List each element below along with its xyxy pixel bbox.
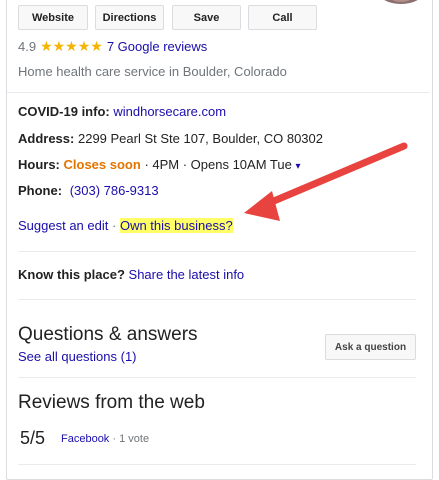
phone-row: Phone: (303) 786-9313 bbox=[18, 183, 159, 198]
vote-count: · 1 vote bbox=[112, 433, 150, 445]
hours-dropdown-icon[interactable]: ▾ bbox=[295, 161, 300, 172]
save-button[interactable]: Save bbox=[172, 5, 241, 30]
share-info-link[interactable]: Share the latest info bbox=[129, 267, 245, 282]
covid-info-link[interactable]: windhorsecare.com bbox=[113, 104, 226, 119]
address-value[interactable]: 2299 Pearl St Ste 107, Boulder, CO 80302 bbox=[78, 131, 323, 146]
web-review-source: Facebook · 1 vote bbox=[61, 433, 149, 445]
business-category: Home health care service in Boulder, Col… bbox=[18, 64, 287, 79]
star-rating-icon: ★★★★★ bbox=[40, 38, 103, 54]
web-review-score: 5/5 bbox=[20, 428, 46, 448]
call-button[interactable]: Call bbox=[248, 5, 317, 30]
divider bbox=[18, 377, 416, 378]
see-all-questions-link[interactable]: See all questions (1) bbox=[18, 349, 137, 364]
ask-question-button[interactable]: Ask a question bbox=[325, 334, 416, 360]
facebook-review-link[interactable]: Facebook bbox=[61, 433, 109, 445]
phone-link[interactable]: (303) 786-9313 bbox=[70, 183, 159, 198]
hours-label: Hours: bbox=[18, 157, 60, 172]
hours-row: Hours: Closes soon · 4PM · Opens 10AM Tu… bbox=[18, 157, 301, 172]
edit-row: Suggest an edit · Own this business? bbox=[18, 218, 233, 233]
reviews-web-title: Reviews from the web bbox=[18, 392, 205, 413]
covid-label: COVID-19 info: bbox=[18, 104, 110, 119]
google-reviews-link[interactable]: 7 Google reviews bbox=[107, 39, 207, 54]
know-place-row: Know this place? Share the latest info bbox=[18, 267, 244, 282]
phone-label: Phone: bbox=[18, 183, 63, 198]
directions-button[interactable]: Directions bbox=[95, 5, 164, 30]
address-label: Address: bbox=[18, 131, 75, 146]
own-business-link[interactable]: Own this business? bbox=[119, 218, 233, 233]
website-button[interactable]: Website bbox=[18, 5, 88, 30]
address-row: Address: 2299 Pearl St Ste 107, Boulder,… bbox=[18, 131, 323, 146]
divider bbox=[7, 92, 430, 93]
qa-title: Questions & answers bbox=[18, 324, 198, 345]
rating-row: 4.9 ★★★★★ 7 Google reviews bbox=[18, 38, 207, 55]
divider bbox=[18, 251, 416, 252]
separator: · bbox=[111, 218, 117, 233]
know-place-label: Know this place? bbox=[18, 267, 125, 282]
suggest-edit-link[interactable]: Suggest an edit bbox=[18, 218, 108, 233]
hours-status: Closes soon bbox=[63, 157, 141, 172]
hours-detail[interactable]: · 4PM · Opens 10AM Tue bbox=[144, 157, 291, 172]
divider bbox=[18, 464, 416, 465]
rating-score: 4.9 bbox=[18, 39, 37, 54]
divider bbox=[18, 299, 416, 300]
covid-info-row: COVID-19 info: windhorsecare.com bbox=[18, 104, 226, 119]
